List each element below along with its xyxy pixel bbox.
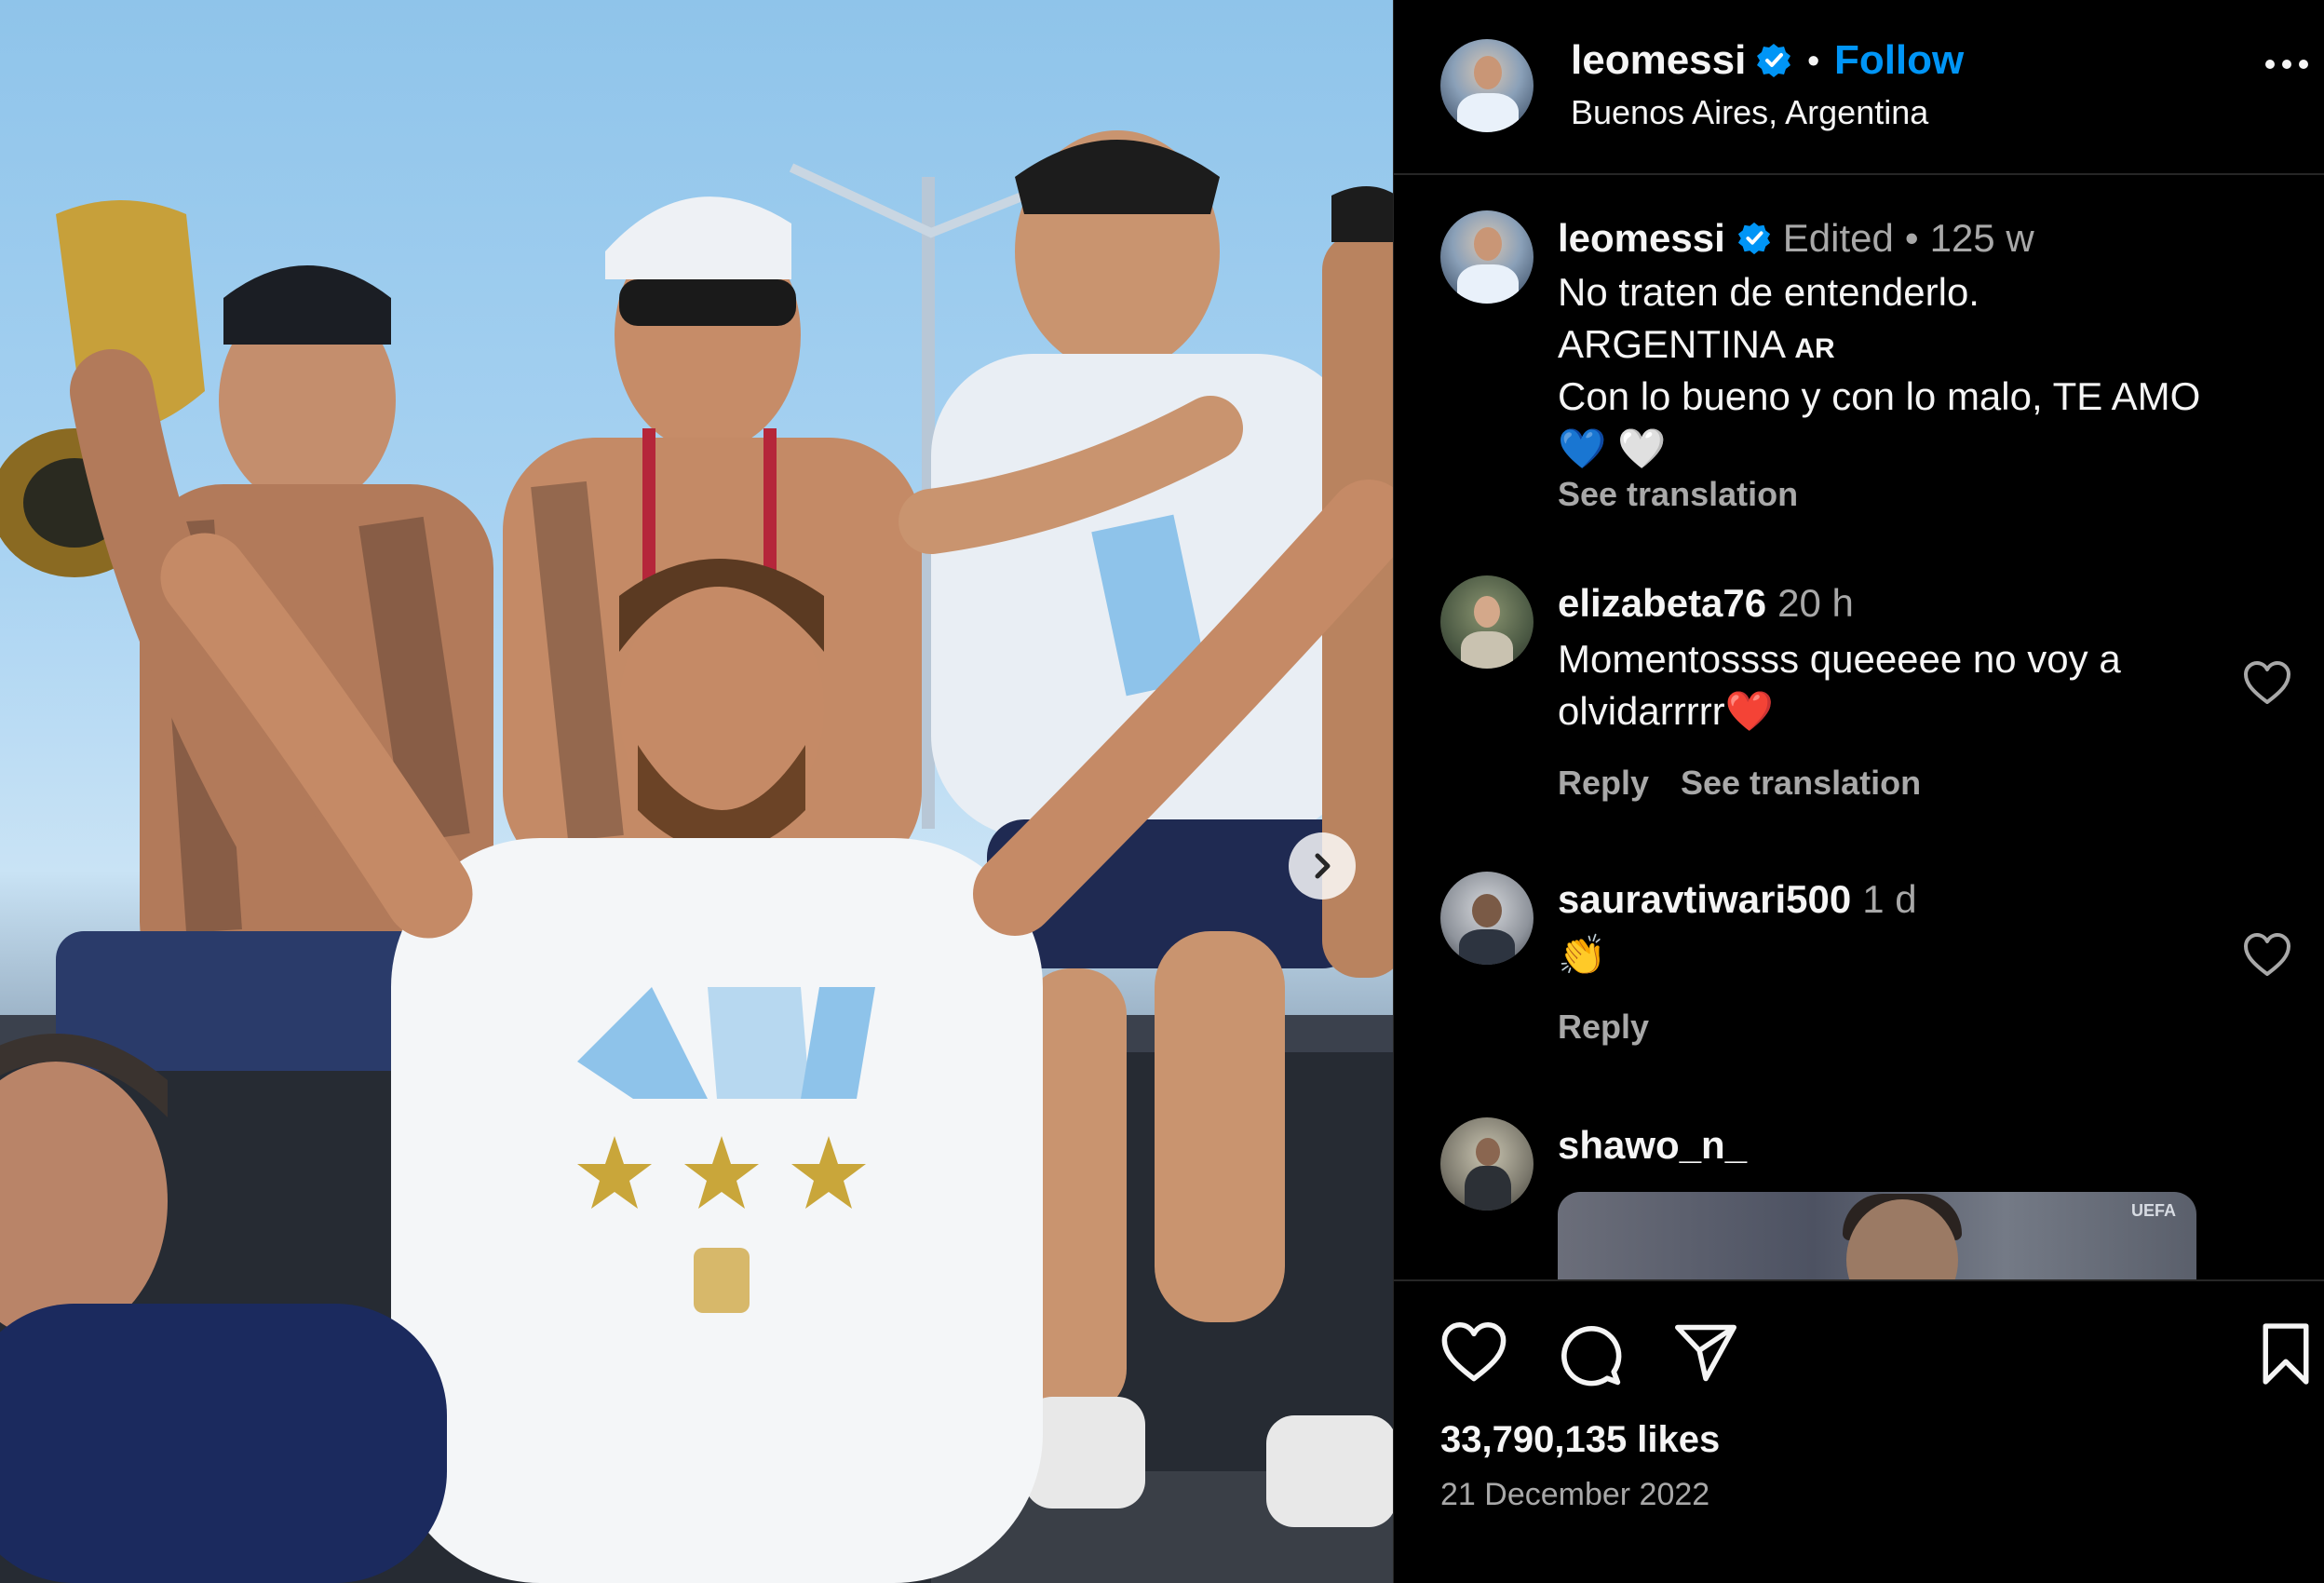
header-separator: • [1807, 41, 1819, 79]
comment-username[interactable]: elizabeta76 [1558, 581, 1766, 626]
preview-badge-text: UEFA [2131, 1201, 2177, 1220]
edited-label: Edited [1782, 216, 1894, 260]
caption-line-1: No traten de entenderlo. [1558, 270, 1979, 314]
blue-heart-emoji: 💙 [1558, 426, 1607, 470]
caption-line-2-text: ARGENTINA [1558, 322, 1784, 366]
send-paper-plane-icon [1675, 1324, 1736, 1382]
chevron-right-icon [1315, 853, 1331, 879]
comment-age[interactable]: 20 h [1777, 581, 1854, 626]
comment-like-button[interactable] [2243, 933, 2291, 982]
comment-avatar[interactable] [1440, 575, 1534, 669]
argentina-flag-text: AR [1794, 333, 1835, 364]
caption-avatar[interactable] [1440, 210, 1534, 304]
comment-text: Momentossss queeeee no voy a [1558, 637, 2121, 681]
comment-header: sauravtiwari500 1 d [1558, 877, 1917, 922]
heart-outline-icon [2244, 661, 2290, 704]
post-side-panel: leomessi • Follow Buenos Aires, Argentin… [1393, 0, 2324, 1583]
comment-button[interactable] [1558, 1322, 1623, 1392]
post-image-illustration [0, 130, 1393, 1583]
caption-age[interactable]: 125 w [1930, 216, 2034, 261]
comment-like-button[interactable] [2243, 661, 2291, 710]
caption-emojis: 💙 🤍 [1558, 423, 1666, 475]
caption-line-3: Con lo bueno y con lo malo, TE AMO [1558, 374, 2201, 418]
post-actions [1394, 1322, 2324, 1397]
comment-bubble-icon [1561, 1326, 1622, 1387]
likes-count[interactable]: 33,790,135 likes [1440, 1419, 1720, 1461]
comment-reply-button[interactable]: Reply [1558, 1008, 1649, 1047]
heart-outline-icon [1441, 1322, 1507, 1382]
comment-header: elizabeta76 20 h [1558, 581, 1854, 626]
more-options-button[interactable] [2263, 58, 2310, 75]
comment-see-translation[interactable]: See translation [1681, 764, 1921, 803]
share-button[interactable] [1673, 1322, 1738, 1388]
bookmark-icon [2263, 1323, 2309, 1385]
header-divider [1394, 173, 2324, 175]
author-username[interactable]: leomessi [1571, 37, 1746, 84]
comment-avatar[interactable] [1440, 872, 1534, 965]
save-button[interactable] [2260, 1322, 2312, 1390]
white-heart-emoji: 🤍 [1616, 426, 1667, 470]
caption-header: leomessi Edited • 125 w [1558, 216, 2034, 261]
follow-button[interactable]: Follow [1834, 37, 1964, 84]
comment-media-preview[interactable]: UEFA [1558, 1192, 2196, 1279]
comment-text: 👏 [1558, 933, 1607, 977]
caption-username[interactable]: leomessi [1558, 216, 1725, 261]
comment-age[interactable]: 1 d [1862, 877, 1916, 922]
caption-line-2: ARGENTINA AR [1558, 318, 1835, 375]
caption-see-translation[interactable]: See translation [1558, 475, 1798, 514]
like-button[interactable] [1440, 1322, 1507, 1388]
verified-badge-icon [1737, 222, 1770, 255]
verified-badge-icon [1757, 44, 1791, 77]
comments-divider [1394, 1279, 2324, 1281]
heart-outline-icon [2244, 933, 2290, 976]
comment-reply-button[interactable]: Reply [1558, 764, 1649, 803]
post-photo[interactable] [0, 0, 1393, 1583]
next-photo-button[interactable] [1289, 832, 1356, 900]
author-avatar[interactable] [1440, 39, 1534, 132]
post-header: leomessi • Follow [1571, 37, 1964, 84]
post-date: 21 December 2022 [1440, 1477, 1710, 1512]
more-horizontal-icon [2265, 60, 2308, 69]
red-heart-emoji: ❤️ [1724, 689, 1774, 733]
comment-header: shawo_n_ [1558, 1123, 1747, 1168]
comment-avatar[interactable] [1440, 1117, 1534, 1211]
location-link[interactable]: Buenos Aires, Argentina [1571, 93, 1928, 132]
comment-username[interactable]: sauravtiwari500 [1558, 877, 1851, 922]
caption-separator: • [1904, 216, 1919, 260]
comment-text-line-2: olvidarrrrr❤️ [1558, 685, 2228, 737]
comment-text-line-2-text: olvidarrrrr [1558, 689, 1725, 733]
comment-username[interactable]: shawo_n_ [1558, 1123, 1747, 1168]
